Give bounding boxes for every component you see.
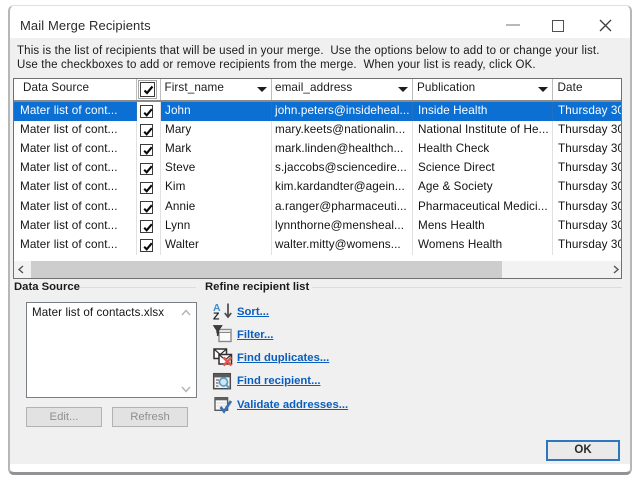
svg-text:Z: Z [213, 311, 220, 321]
